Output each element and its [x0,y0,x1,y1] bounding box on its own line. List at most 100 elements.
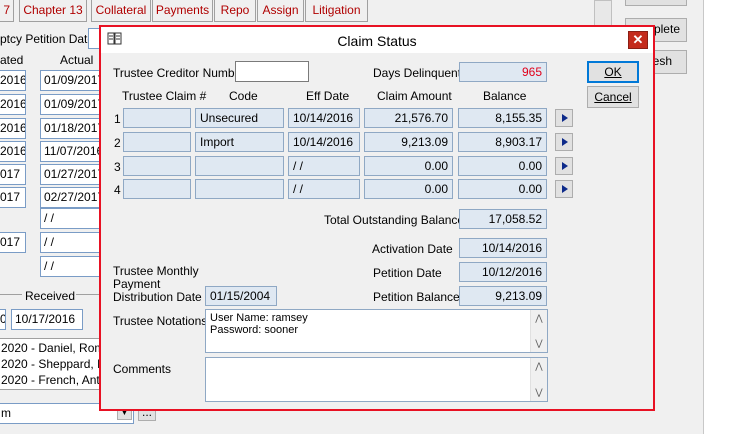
claim-balance-field[interactable]: 8,155.35 [458,108,547,128]
received-divider [0,294,22,295]
notation-line: User Name: ramsey [210,312,308,324]
claim-balance-field[interactable]: 0.00 [458,179,547,199]
tab-assign[interactable]: Assign [257,0,304,22]
received-left-field[interactable]: 0 [0,309,6,330]
arrow-right-icon[interactable] [555,180,573,198]
header-claim-amount: Claim Amount [377,89,452,103]
arrow-right-icon[interactable] [555,109,573,127]
trustee-notations-label: Trustee Notations [113,314,208,328]
actual-date-field[interactable]: 11/07/2016 [40,141,102,162]
right-panel [703,0,753,434]
days-delinquent-label: Days Delinquent [373,66,462,80]
petition-date-field[interactable]: 10/12/2016 [459,262,547,282]
received-label: Received [25,289,76,303]
tab-chapter-13[interactable]: Chapter 13 [19,0,87,22]
arrow-right-icon[interactable] [555,133,573,151]
comments-textarea[interactable]: ⋀ ⋁ [205,357,548,402]
trustee-claim-number-field[interactable] [123,132,191,152]
comments-label: Comments [113,362,172,376]
claim-balance-field[interactable]: 0.00 [458,156,547,176]
created-date-field[interactable]: 017 [0,232,26,253]
actual-column-label: Actual [60,53,94,67]
actual-date-field[interactable]: 01/09/2017 [40,70,102,91]
claim-balance-field[interactable]: 8,903.17 [458,132,547,152]
claim-amount-field[interactable]: 0.00 [364,179,453,199]
claim-code-field[interactable] [195,156,284,176]
trustee-monthly-label-line3: Distribution Date [113,290,202,304]
dialog-title-bar[interactable]: Claim Status ✕ [101,27,653,53]
claim-amount-field[interactable]: 21,576.70 [364,108,453,128]
tab-litigation[interactable]: Litigation [305,0,368,22]
actual-date-field[interactable]: 01/27/2017 [40,164,102,185]
bankruptcy-petition-date-label: ptcy Petition Date [0,32,95,46]
actual-date-field[interactable]: 02/27/2017 [40,187,102,208]
claim-code-field[interactable] [195,179,284,199]
created-column-label: ated [0,53,24,67]
claim-amount-field[interactable]: 9,213.09 [364,132,453,152]
created-date-field[interactable]: 2016 [0,94,26,115]
received-date-field[interactable]: 10/17/2016 [11,309,83,330]
dialog-title: Claim Status [337,33,417,49]
claim-eff-date-field[interactable]: 10/14/2016 [288,108,360,128]
header-balance: Balance [483,89,527,103]
header-trustee-claim: Trustee Claim # [122,89,207,103]
header-code: Code [229,89,258,103]
trustee-claim-number-field[interactable] [123,108,191,128]
bg-top-button[interactable] [625,0,687,6]
activation-date-field[interactable]: 10/14/2016 [459,238,547,258]
activation-date-label: Activation Date [372,242,453,256]
petition-balance-field[interactable]: 9,213.09 [459,286,547,306]
actual-date-field[interactable]: 01/09/2017 [40,94,102,115]
comments-scrollbar[interactable]: ⋀ ⋁ [530,358,547,401]
claim-eff-date-field[interactable]: 10/14/2016 [288,132,360,152]
trustee-creditor-number-label: Trustee Creditor Number [113,66,246,80]
tab-repo[interactable]: Repo [214,0,256,22]
claim-amount-field[interactable]: 0.00 [364,156,453,176]
bg-scrollbar[interactable] [594,0,612,26]
claim-eff-date-field[interactable]: / / [288,179,360,199]
header-eff-date: Eff Date [306,89,350,103]
cancel-button[interactable]: Cancel [587,86,639,108]
actual-date-field[interactable]: / / [40,232,102,253]
actual-date-field[interactable]: 01/18/2017 [40,118,102,139]
claim-code-field[interactable]: Unsecured [195,108,284,128]
trustee-monthly-label-line2: Payment [113,277,161,291]
trustee-monthly-label-line1: Trustee Monthly [113,264,199,278]
trustee-claim-number-field[interactable] [123,156,191,176]
trustee-creditor-number-field[interactable] [235,61,309,82]
received-divider-right [76,294,100,295]
trustee-notations-textarea[interactable]: User Name: ramsey Password: sooner ⋀ ⋁ [205,309,548,353]
claim-code-field[interactable]: Import [195,132,284,152]
notations-scrollbar[interactable]: ⋀ ⋁ [530,310,547,352]
actual-date-field[interactable]: / / [40,208,102,229]
list-item[interactable]: 2020 - Sheppard, De [1,357,112,371]
scroll-down-icon[interactable]: ⋁ [531,335,547,352]
scroll-down-icon[interactable]: ⋁ [531,384,547,401]
tab-collateral[interactable]: Collateral [91,0,151,22]
total-outstanding-balance-field[interactable]: 17,058.52 [459,209,547,229]
total-outstanding-balance-label: Total Outstanding Balance [324,213,465,227]
created-date-field[interactable]: 017 [0,187,26,208]
created-date-field[interactable]: 017 [0,164,26,185]
actual-date-field[interactable]: / / [40,256,102,277]
contact-list[interactable]: 2020 - Daniel, Roman 2020 - Sheppard, De… [0,338,118,390]
claim-status-dialog: Claim Status ✕ Trustee Creditor Number D… [99,25,655,411]
scroll-up-icon[interactable]: ⋀ [531,358,547,375]
arrow-right-icon[interactable] [555,157,573,175]
scroll-up-icon[interactable]: ⋀ [531,310,547,327]
days-delinquent-field[interactable]: 965 [459,62,547,82]
ok-button[interactable]: OK [587,61,639,83]
tab-payments[interactable]: Payments [152,0,213,22]
combo-value: m [1,406,11,420]
petition-date-label: Petition Date [373,266,442,280]
petition-balance-label: Petition Balance [373,290,460,304]
claim-eff-date-field[interactable]: / / [288,156,360,176]
created-date-field[interactable]: 2016 [0,70,26,91]
created-date-field[interactable]: 2016 [0,118,26,139]
trustee-claim-number-field[interactable] [123,179,191,199]
close-icon[interactable]: ✕ [628,31,648,49]
created-date-field[interactable]: 2016 [0,141,26,162]
tab-chapter-7[interactable]: r 7 [0,0,14,22]
trustee-monthly-payment-date-field[interactable]: 01/15/2004 [205,286,277,306]
notation-line: Password: sooner [210,324,299,336]
